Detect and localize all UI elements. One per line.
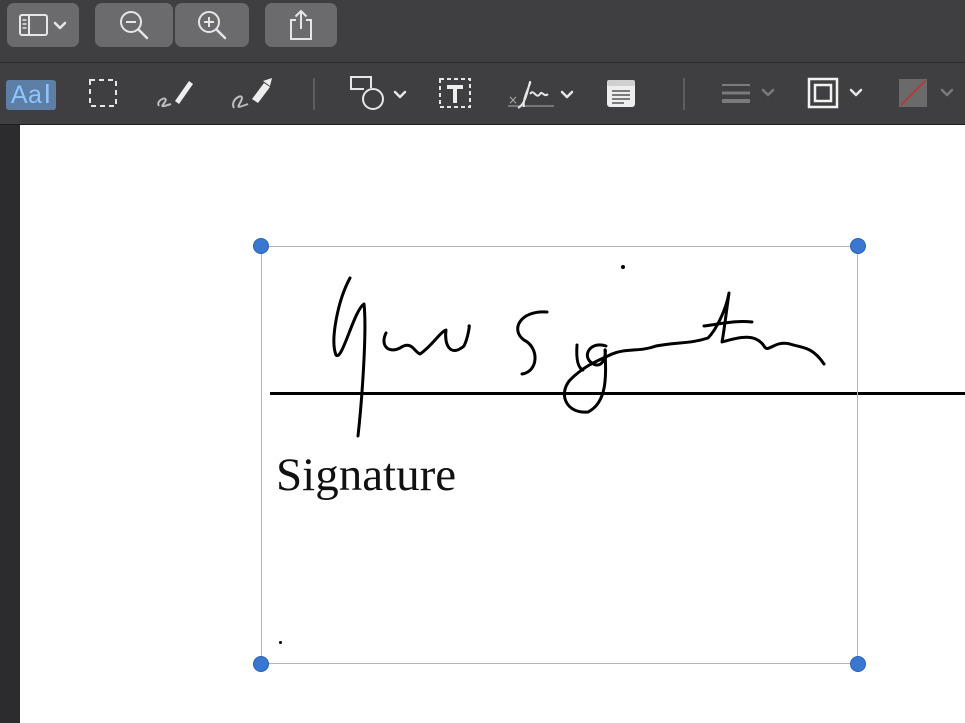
- resize-handle-top-left[interactable]: [253, 238, 269, 254]
- resize-handle-bottom-right[interactable]: [850, 656, 866, 672]
- resize-handle-bottom-left[interactable]: [253, 656, 269, 672]
- ink-dot: [279, 641, 282, 644]
- handwritten-signature[interactable]: [0, 0, 965, 723]
- resize-handle-top-right[interactable]: [850, 238, 866, 254]
- ink-dot: [621, 265, 625, 269]
- signature-label: Signature: [276, 449, 457, 501]
